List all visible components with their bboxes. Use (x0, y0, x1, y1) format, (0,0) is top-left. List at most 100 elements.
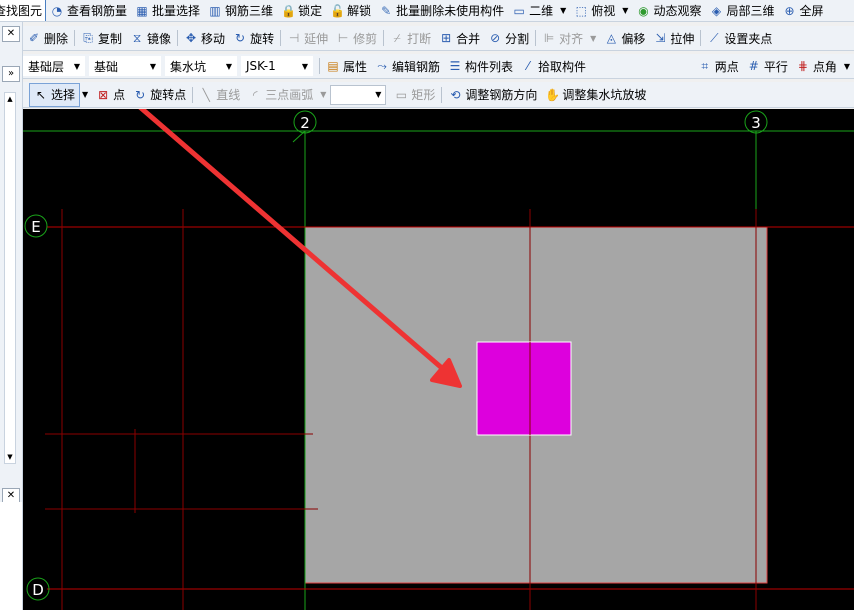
line-button[interactable]: ╲ 直线 (195, 84, 244, 106)
edit-rebar-icon: ⤳ (377, 59, 387, 73)
rotate-point-icon: ↻ (135, 87, 146, 102)
view-2d-dropdown[interactable]: ▭ 二维 ▼ (508, 0, 570, 21)
left-scrollbar[interactable]: ▲ ▼ (4, 92, 16, 464)
break-button[interactable]: ⌿ 打断 (386, 27, 435, 49)
rebar-3d-icon: ▥ (209, 3, 221, 18)
mirror-button[interactable]: ⧖ 镜像 (126, 27, 175, 49)
scroll-down-icon[interactable]: ▼ (5, 453, 15, 461)
delete-button[interactable]: ✐ 删除 (23, 27, 72, 49)
toolbar-row-4: ↖ 选择 ▼ ⊠ 点 ↻ 旋转点 ╲ 直线 ◜ 三点画弧 ▼ ▼ ▭ 矩形 ⟲ … (23, 82, 854, 108)
move-icon: ✥ (186, 31, 197, 45)
parallel-button[interactable]: # 平行 (743, 55, 792, 77)
batch-delete-unused-button[interactable]: ✎ 批量删除未使用构件 (375, 0, 508, 21)
expand-panel-icon[interactable]: » (2, 66, 20, 82)
three-point-arc-dropdown[interactable]: ◜ 三点画弧 ▼ (244, 84, 330, 106)
edit-rebar-button[interactable]: ⤳ 编辑钢筋 (371, 55, 444, 77)
sump-pit[interactable] (476, 341, 572, 436)
set-grip-button[interactable]: ⟋ 设置夹点 (703, 27, 776, 49)
view-rebar-qty-button[interactable]: ◔ 查看钢筋量 (46, 0, 131, 21)
extend-icon: ⊣ (288, 31, 300, 45)
scroll-up-icon[interactable]: ▲ (5, 95, 15, 103)
rebar-3d-button[interactable]: ▥ 钢筋三维 (204, 0, 277, 21)
axis-3-label: 3 (751, 114, 761, 132)
adjust-rebar-dir-button[interactable]: ⟲ 调整钢筋方向 (444, 84, 541, 106)
grip-icon: ⟋ (710, 31, 719, 45)
find-element-button[interactable]: 查找图元 (0, 0, 47, 21)
local-3d-button[interactable]: ◈ 局部三维 (705, 0, 778, 21)
toolbar-row-1: 查找图元 ◔ 查看钢筋量 ▦ 批量选择 ▥ 钢筋三维 🔒 锁定 🔓 解锁 ✎ 批… (0, 0, 854, 22)
adjust-pit-slope-button[interactable]: ✋ 调整集水坑放坡 (541, 84, 650, 106)
dynamic-observe-button[interactable]: ◉ 动态观察 (632, 0, 705, 21)
rect-icon: ▭ (395, 87, 408, 102)
split-button[interactable]: ⊘ 分割 (484, 27, 533, 49)
cursor-icon: ↖ (35, 87, 47, 102)
merge-button[interactable]: ⊞ 合并 (435, 27, 484, 49)
drawing-canvas[interactable]: 2 3 E D (23, 109, 854, 610)
fullscreen-button[interactable]: ⊕ 全屏 (778, 0, 827, 21)
find-element-label: 查找图元 (0, 4, 43, 18)
rotate-button[interactable]: ↻ 旋转 (229, 27, 278, 49)
trim-button[interactable]: ⊢ 修剪 (332, 27, 381, 49)
hand-icon: ✋ (545, 87, 561, 102)
mirror-icon: ⧖ (132, 31, 142, 45)
view-2d-icon: ▭ (513, 3, 525, 18)
chevron-down-icon: ▼ (225, 61, 232, 71)
category-select[interactable]: 基础 ▼ (89, 56, 161, 76)
grid-select-icon: ▦ (136, 3, 148, 18)
extend-button[interactable]: ⊣ 延伸 (283, 27, 332, 49)
layer-select[interactable]: 基础层 ▼ (23, 56, 85, 76)
rebar-qty-icon: ◔ (51, 3, 63, 18)
move-button[interactable]: ✥ 移动 (180, 27, 229, 49)
trim-icon: ⊢ (337, 31, 349, 45)
two-point-button[interactable]: ⌗ 两点 (694, 55, 743, 77)
lock-button[interactable]: 🔒 锁定 (277, 0, 326, 21)
chevron-down-icon[interactable]: ▼ (82, 90, 88, 99)
pick-component-button[interactable]: ⁄ 拾取构件 (517, 55, 590, 77)
align-dropdown[interactable]: ⊫ 对齐 ▼ (538, 27, 600, 49)
rotate-icon: ↻ (235, 31, 246, 45)
zoom-icon: ⊕ (784, 3, 795, 18)
top-view-dropdown[interactable]: ⬚ 俯视 ▼ (570, 0, 632, 21)
line-icon: ╲ (202, 87, 210, 102)
stretch-button[interactable]: ⇲ 拉伸 (649, 27, 698, 49)
arc-option-select[interactable]: ▼ (330, 84, 387, 105)
copy-button[interactable]: ⎘ 复制 (77, 27, 126, 49)
select-button[interactable]: ↖ 选择 (29, 82, 81, 107)
left-panel-body (0, 502, 22, 610)
rect-button[interactable]: ▭ 矩形 (390, 84, 439, 106)
chevron-down-icon: ▼ (622, 6, 629, 15)
copy-icon: ⎘ (83, 31, 93, 45)
component-name-select[interactable]: JSK-1 ▼ (241, 56, 313, 76)
offset-icon: ◬ (606, 31, 616, 45)
point-angle-dropdown[interactable]: ⋕ 点角 ▼ (792, 55, 854, 77)
properties-button[interactable]: ▤ 属性 (322, 55, 371, 77)
cad-drawing: 2 3 E D (23, 109, 854, 610)
offset-button[interactable]: ◬ 偏移 (600, 27, 649, 49)
axis-2-label: 2 (300, 114, 310, 132)
adjust-rebar-icon: ⟲ (450, 87, 461, 102)
component-list-button[interactable]: ☰ 构件列表 (444, 55, 517, 77)
point-button[interactable]: ⊠ 点 (92, 84, 129, 106)
parallel-icon: # (748, 59, 759, 73)
chevron-down-icon: ▼ (301, 61, 308, 71)
local-3d-icon: ◈ (711, 3, 722, 18)
eraser-icon: ✎ (381, 3, 392, 18)
delete-icon: ✐ (28, 31, 40, 45)
unlock-button[interactable]: 🔓 解锁 (326, 0, 375, 21)
properties-icon: ▤ (327, 59, 339, 73)
toolbar-row-2: ✐ 删除 ⎘ 复制 ⧖ 镜像 ✥ 移动 ↻ 旋转 ⊣ 延伸 ⊢ 修剪 ⌿ 打断 … (23, 26, 854, 51)
chevron-down-icon: ▼ (375, 90, 382, 99)
merge-icon: ⊞ (441, 31, 452, 45)
list-icon: ☰ (449, 59, 461, 73)
stretch-icon: ⇲ (655, 31, 666, 45)
rotate-point-button[interactable]: ↻ 旋转点 (129, 84, 190, 106)
chevron-down-icon: ▼ (320, 90, 327, 99)
cube-icon: ⬚ (575, 3, 587, 18)
batch-select-button[interactable]: ▦ 批量选择 (131, 0, 204, 21)
two-point-icon: ⌗ (701, 59, 709, 73)
chevron-down-icon: ▼ (149, 61, 156, 71)
close-icon[interactable]: ✕ (2, 26, 20, 42)
lock-icon: 🔒 (281, 3, 297, 18)
component-type-select[interactable]: 集水坑 ▼ (165, 56, 237, 76)
point-icon: ⊠ (98, 87, 109, 102)
